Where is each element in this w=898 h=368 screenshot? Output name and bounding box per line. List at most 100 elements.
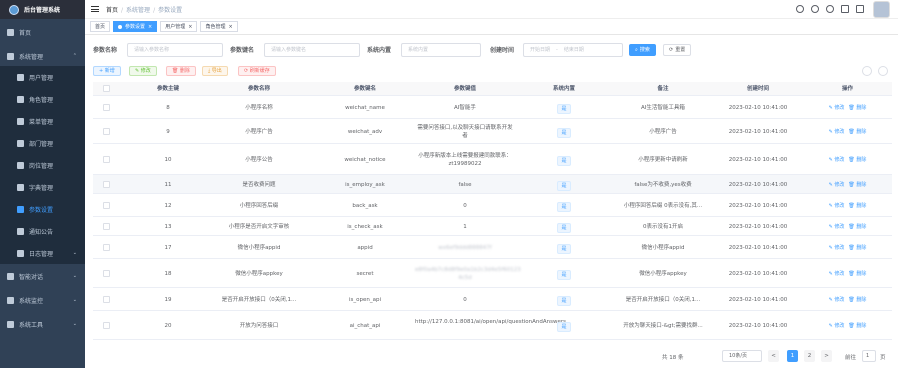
select-all-checkbox[interactable] [103, 85, 110, 92]
edit-link[interactable]: ✎ 修改 [829, 271, 845, 277]
edit-link[interactable]: ✎ 修改 [829, 323, 845, 329]
sidebar-item-roles[interactable]: 角色管理 [0, 88, 85, 110]
delete-link[interactable]: 🗑 删除 [848, 129, 866, 135]
table-row[interactable]: 20 开放为问答接口 ai_chat_api http://127.0.0.1:808… [93, 311, 892, 340]
sidebar-item-dict[interactable]: 字典管理 [0, 176, 85, 198]
goto-page-input[interactable]: 1 [862, 350, 876, 362]
tag-users[interactable]: 用户管理 × [160, 21, 198, 32]
page-size-select[interactable]: 10条/页 [722, 350, 762, 362]
cell-remark: 微信小程序appkey [639, 270, 687, 277]
tag-home[interactable]: 首页 [90, 21, 111, 32]
question-icon[interactable] [826, 5, 834, 13]
config-key-input[interactable]: 请输入参数键名 [264, 43, 360, 57]
goto-label: 前往 [845, 355, 857, 361]
avatar[interactable] [873, 1, 890, 18]
table-row[interactable]: 8 小程序名称 weichat_name AI智能手 是 AI生活智能工具箱 2023-02… [93, 96, 892, 119]
search-icon[interactable] [796, 5, 804, 13]
sidebar-item-config[interactable]: 参数设置 [0, 198, 85, 220]
page-2[interactable]: 2 [804, 350, 815, 362]
cell-name: 是否收费问题 [242, 181, 276, 188]
row-checkbox[interactable] [103, 155, 110, 163]
table-row[interactable]: 11 是否收费问题 is_employ_ask false 是 false为不收费,yes… [93, 175, 892, 194]
row-checkbox[interactable] [103, 243, 110, 251]
add-button[interactable]: + 新增 [93, 66, 121, 76]
delete-link[interactable]: 🗑 删除 [848, 224, 866, 230]
edit-button[interactable]: ✎ 修改 [129, 66, 157, 76]
close-icon[interactable]: × [148, 22, 152, 32]
table-row[interactable]: 18 微信小程序appkey secret e8f0a4b7c8d8f9e0a1b2c… [93, 259, 892, 288]
sidebar-item-system[interactable]: 系统管理 ⌃ [0, 46, 85, 66]
delete-link[interactable]: 🗑 删除 [848, 323, 866, 329]
prev-page-button[interactable]: < [768, 350, 779, 362]
edit-link[interactable]: ✎ 修改 [829, 224, 845, 230]
table-row[interactable]: 17 微信小程序appid appid wx6ef9ddd888847f 是 微信小程序a… [93, 236, 892, 259]
refresh-cache-button[interactable]: ⟳ 刷新缓存 [238, 66, 276, 76]
delete-link[interactable]: 🗑 删除 [848, 182, 866, 188]
next-page-button[interactable]: > [821, 350, 832, 362]
breadcrumb-system[interactable]: 系统管理 [126, 7, 150, 14]
fullscreen-icon[interactable] [841, 5, 849, 13]
hamburger-icon[interactable] [91, 6, 99, 12]
cell-key: weichat_notice [344, 156, 386, 163]
table-row[interactable]: 10 小程序公告 weichat_notice 小程序新版本上线需要报建同款联系：zt… [93, 144, 892, 175]
app-logo[interactable]: 后台管理系统 [0, 0, 85, 19]
search-button[interactable]: ⌕ 搜索 [629, 44, 656, 56]
reset-button[interactable]: ⟳ 重置 [663, 44, 692, 56]
date-range-picker[interactable]: 开始日期 - 结束日期 [523, 43, 623, 57]
cell-time: 2023-02-10 10:41:00 [728, 270, 788, 277]
delete-link[interactable]: 🗑 删除 [848, 245, 866, 251]
sidebar-item-tools[interactable]: 系统工具 ⌄ [0, 314, 85, 334]
row-checkbox[interactable] [103, 222, 110, 230]
edit-link[interactable]: ✎ 修改 [829, 105, 845, 111]
tag-config[interactable]: 参数设置 × [113, 21, 158, 32]
cell-time: 2023-02-10 10:41:00 [728, 223, 788, 230]
delete-link[interactable]: 🗑 删除 [848, 157, 866, 163]
delete-link[interactable]: 🗑 删除 [848, 271, 866, 277]
refresh-icon[interactable] [878, 66, 888, 76]
edit-link[interactable]: ✎ 修改 [829, 203, 845, 209]
sidebar-item-notice[interactable]: 通知公告 [0, 220, 85, 242]
cell-value: AI智能手 [454, 104, 476, 111]
github-icon[interactable] [811, 5, 819, 13]
sidebar-item-menus[interactable]: 菜单管理 [0, 110, 85, 132]
delete-button[interactable]: 🗑 删除 [166, 66, 196, 76]
row-checkbox[interactable] [103, 180, 110, 188]
toggle-search-icon[interactable] [862, 66, 872, 76]
sidebar-item-home[interactable]: 首页 [0, 22, 85, 42]
table-row[interactable]: 12 小程序回答后缀 back_ask 0 是 小程序回答后缀 0表示没有,其... 202… [93, 194, 892, 217]
tag-roles[interactable]: 角色管理 × [200, 21, 238, 32]
edit-link[interactable]: ✎ 修改 [829, 157, 845, 163]
close-icon[interactable]: × [228, 22, 232, 32]
sidebar-item-users[interactable]: 用户管理 [0, 66, 85, 88]
sidebar-item-logs[interactable]: 日志管理 ⌄ [0, 242, 85, 264]
sidebar-item-chat[interactable]: 智能对话 ⌄ [0, 266, 85, 286]
edit-link[interactable]: ✎ 修改 [829, 297, 845, 303]
config-type-select[interactable]: 系统内置 [401, 43, 481, 57]
close-icon[interactable]: × [188, 22, 192, 32]
row-checkbox[interactable] [103, 269, 110, 277]
row-checkbox[interactable] [103, 201, 110, 209]
breadcrumb-home[interactable]: 首页 [106, 7, 118, 14]
delete-link[interactable]: 🗑 删除 [848, 105, 866, 111]
export-button[interactable]: ⤓ 导出 [202, 66, 228, 76]
size-icon[interactable] [856, 5, 864, 13]
table-row[interactable]: 19 是否开启开放接口（0关闭,1... is_open_api 0 是 是否开启开放接口… [93, 288, 892, 311]
edit-link[interactable]: ✎ 修改 [829, 129, 845, 135]
table-row[interactable]: 13 小程序是否开启文字审核 is_check_ask 1 是 0表示没有1开启 2023-… [93, 217, 892, 236]
sidebar-item-monitor[interactable]: 系统监控 ⌄ [0, 290, 85, 310]
cell-id: 18 [164, 270, 172, 277]
edit-link[interactable]: ✎ 修改 [829, 182, 845, 188]
table-row[interactable]: 9 小程序广告 weichat_adv 需要问答接口,以及聊天接口请联系开发者 是 小程序… [93, 119, 892, 144]
config-name-input[interactable]: 请输入参数名称 [127, 43, 223, 57]
col-key: 参数键名 [353, 86, 376, 92]
edit-link[interactable]: ✎ 修改 [829, 245, 845, 251]
sidebar-item-posts[interactable]: 岗位管理 [0, 154, 85, 176]
row-checkbox[interactable] [103, 295, 110, 303]
delete-link[interactable]: 🗑 删除 [848, 297, 866, 303]
page-1[interactable]: 1 [787, 350, 798, 362]
row-checkbox[interactable] [103, 103, 110, 111]
row-checkbox[interactable] [103, 321, 110, 329]
delete-link[interactable]: 🗑 删除 [848, 203, 866, 209]
sidebar-item-depts[interactable]: 部门管理 [0, 132, 85, 154]
row-checkbox[interactable] [103, 127, 110, 135]
